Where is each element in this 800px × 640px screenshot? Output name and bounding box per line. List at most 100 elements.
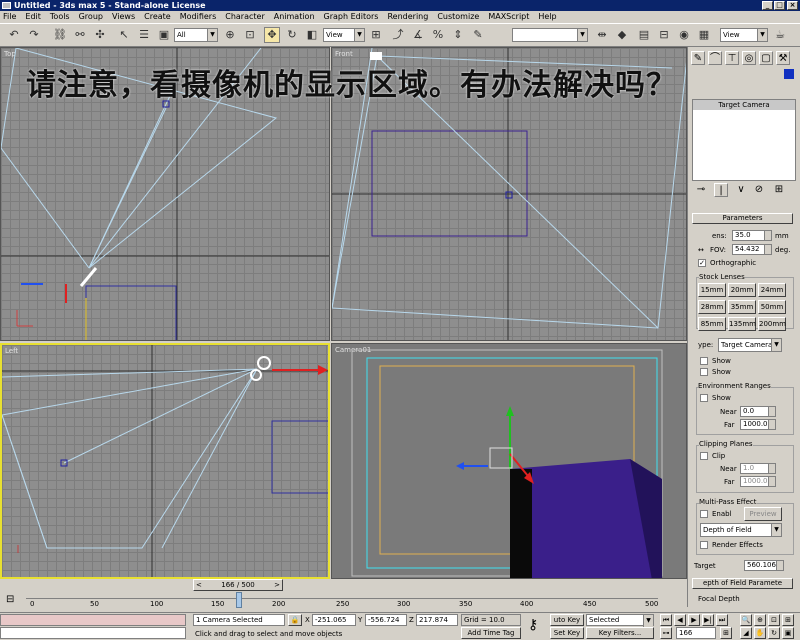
unlink-icon[interactable]: ⚯ [72,27,88,43]
link-icon[interactable]: ⛓ [52,27,68,43]
current-frame-marker[interactable] [236,592,242,608]
zoom-extents-all-icon[interactable]: ⊞ [782,614,794,626]
time-slider[interactable]: < 166 / 500 > [193,579,283,591]
zoom-all-icon[interactable]: ⊕ [754,614,766,626]
minimize-icon[interactable]: _ [762,1,773,10]
align-icon[interactable]: ◆ [614,27,630,43]
field-of-view-icon[interactable]: ◢ [740,627,752,639]
key-mode-toggle-icon[interactable]: ⊶ [660,627,672,639]
configure-sets-icon[interactable]: ⊞ [772,183,786,197]
lens-28mm-button[interactable]: 28mm [698,300,726,314]
menu-file[interactable]: File [3,11,16,23]
lens-200mm-button[interactable]: 200mm [758,317,786,331]
create-tab-icon[interactable]: ✎ [691,51,705,65]
window-crossing-icon[interactable]: ⊡ [242,27,258,43]
clip-far-spinner[interactable]: 1000.0 [740,476,776,487]
effect-dropdown[interactable]: Depth of Field [700,523,782,537]
lens-50mm-button[interactable]: 50mm [758,300,786,314]
show-cone-checkbox[interactable] [700,357,708,365]
close-icon[interactable]: × [787,1,798,10]
modify-tab-icon[interactable]: ⌒ [708,51,722,65]
redo-icon[interactable]: ↷ [26,27,42,43]
bind-space-warp-icon[interactable]: ✣ [92,27,108,43]
lens-135mm-button[interactable]: 135mm [728,317,756,331]
zoom-extents-icon[interactable]: ⊡ [768,614,780,626]
stack-item-target-camera[interactable]: Target Camera [693,100,795,110]
orbit-icon[interactable]: ↻ [768,627,780,639]
hierarchy-tab-icon[interactable]: ⊤ [725,51,739,65]
named-selection-icon[interactable]: ✎ [470,27,486,43]
parameters-rollout[interactable]: Parameters [692,213,793,224]
current-frame-field[interactable]: 166 [676,627,716,639]
auto-key-button[interactable]: uto Key [550,614,584,626]
spinner-snap-icon[interactable]: ⇕ [450,27,466,43]
menu-tools[interactable]: Tools [50,11,70,23]
menu-animation[interactable]: Animation [274,11,315,23]
fov-spinner[interactable]: 54.432 [732,244,772,255]
schematic-view-icon[interactable]: ⊟ [656,27,672,43]
percent-snap-icon[interactable]: % [430,27,446,43]
object-color-swatch[interactable] [784,69,794,79]
menu-rendering[interactable]: Rendering [387,11,428,23]
clip-near-spinner[interactable]: 1.0 [740,463,776,474]
pan-icon[interactable]: ✋ [754,627,766,639]
key-selection-dropdown[interactable]: Selected [586,614,654,627]
select-and-link-icon[interactable]: ⊕ [222,27,238,43]
maximize-viewport-icon[interactable]: ▣ [782,627,794,639]
next-frame-icon[interactable]: ▶| [702,614,714,626]
viewport-left[interactable]: Left [0,343,330,579]
motion-tab-icon[interactable]: ◎ [742,51,756,65]
display-tab-icon[interactable]: ▢ [759,51,773,65]
select-and-rotate-icon[interactable]: ↻ [284,27,300,43]
env-far-spinner[interactable]: 1000.0 [740,419,776,430]
play-icon[interactable]: ▶ [688,614,700,626]
orthographic-checkbox[interactable]: ✓ [698,259,706,267]
track-bar[interactable]: ⊟ 0 50 100 150 200 250 300 350 400 450 5… [0,592,687,612]
select-by-name-icon[interactable]: ☰ [136,27,152,43]
named-selection-dropdown[interactable] [512,28,588,42]
lock-selection-icon[interactable]: 🔒 [288,614,302,626]
track-view-icon[interactable]: ▤ [636,27,652,43]
pivot-center-icon[interactable]: ⊞ [368,27,384,43]
rectangular-selection-icon[interactable]: ▣ [156,27,172,43]
selection-filter-dropdown[interactable]: All [174,28,218,42]
lens-85mm-button[interactable]: 85mm [698,317,726,331]
set-key-button[interactable]: Set Key [550,627,584,639]
zoom-icon[interactable]: 🔍 [740,614,752,626]
menu-edit[interactable]: Edit [25,11,41,23]
pin-stack-icon[interactable]: ⊸ [694,183,708,197]
undo-icon[interactable]: ↶ [6,27,22,43]
select-object-icon[interactable]: ↖ [116,27,132,43]
menu-character[interactable]: Character [225,11,265,23]
remove-modifier-icon[interactable]: ⊘ [752,183,766,197]
utilities-tab-icon[interactable]: ⚒ [776,51,790,65]
material-editor-icon[interactable]: ◉ [676,27,692,43]
env-show-checkbox[interactable] [700,394,708,402]
z-coordinate[interactable]: 217.874 [416,614,458,626]
go-to-start-icon[interactable]: ⏮ [660,614,672,626]
maxscript-listener[interactable] [0,614,186,626]
dof-parameters-rollout[interactable]: epth of Field Paramete [692,578,793,589]
quick-render-icon[interactable]: ☕ [772,27,788,43]
angle-snap-icon[interactable]: ∡ [410,27,426,43]
previous-frame-icon[interactable]: ◀ [674,614,686,626]
menu-graph-editors[interactable]: Graph Editors [324,11,379,23]
maxscript-output[interactable] [0,627,186,639]
render-effects-checkbox[interactable] [700,541,708,549]
camera-type-dropdown[interactable]: Target Camera [718,338,782,352]
menu-create[interactable]: Create [144,11,171,23]
select-and-move-icon[interactable]: ✥ [264,27,280,43]
snap-toggle-icon[interactable]: ⤴ [390,27,406,43]
make-unique-icon[interactable]: ∨ [734,183,748,197]
render-scene-icon[interactable]: ▦ [696,27,712,43]
y-coordinate[interactable]: -556.724 [365,614,407,626]
menu-views[interactable]: Views [112,11,135,23]
time-prev-icon[interactable]: < [196,580,202,590]
viewport-camera[interactable]: Camera01 [331,343,687,579]
lens-35mm-button[interactable]: 35mm [728,300,756,314]
show-end-result-icon[interactable]: | [714,183,728,197]
lens-15mm-button[interactable]: 15mm [698,283,726,297]
env-near-spinner[interactable]: 0.0 [740,406,776,417]
menu-group[interactable]: Group [79,11,103,23]
time-configuration-icon[interactable]: ⊞ [720,627,732,639]
